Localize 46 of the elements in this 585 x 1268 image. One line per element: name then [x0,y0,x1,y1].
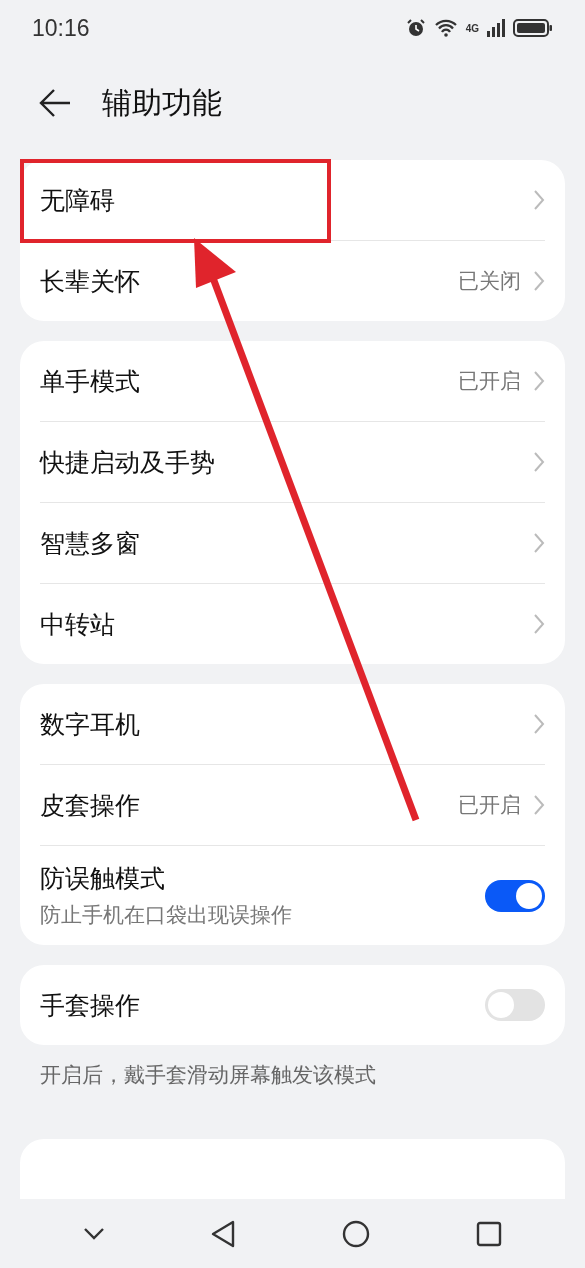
recents-icon[interactable] [475,1221,502,1247]
wifi-icon [433,19,458,37]
status-value: 已关闭 [458,268,521,295]
row-label: 皮套操作 [40,789,141,822]
chevron-icon [533,189,545,211]
row-label: 智慧多窗 [40,527,141,560]
status-value: 已开启 [458,368,521,395]
settings-row[interactable]: 快捷启动及手势 [40,421,545,502]
chevron-icon [533,532,545,554]
row-label: 长辈关怀 [40,265,141,298]
home-icon[interactable] [341,1220,370,1248]
settings-row[interactable]: 皮套操作 已开启 [40,764,545,845]
chevron-icon [533,613,545,635]
chevron-icon [533,451,545,473]
signal-icon [487,19,505,37]
settings-row[interactable]: 手套操作 [40,965,545,1045]
row-subtitle: 防止手机在口袋出现误操作 [40,902,293,929]
row-label: 数字耳机 [40,708,141,741]
toggle-switch[interactable] [485,989,545,1021]
clock: 10:16 [32,14,90,42]
hint-text: 开启后，戴手套滑动屏幕触发该模式 [40,1062,377,1089]
settings-row[interactable]: 中转站 [40,583,545,664]
settings-row[interactable]: 单手模式 已开启 [40,341,545,421]
page-title: 辅助功能 [102,83,222,122]
alarm-icon [405,18,426,38]
chevron-icon [533,370,545,392]
chevron-icon [533,794,545,816]
chevron-icon [533,270,545,292]
back-triangle-icon[interactable] [211,1220,236,1248]
network-type: 4G [465,22,479,34]
settings-row[interactable]: 防误触模式 防止手机在口袋出现误操作 [40,845,545,945]
row-label: 快捷启动及手势 [40,446,216,479]
row-label: 手套操作 [40,989,141,1022]
settings-row[interactable]: 数字耳机 [40,684,545,764]
back-icon[interactable] [38,88,72,118]
settings-row[interactable]: 无障碍 [40,160,545,240]
row-label: 单手模式 [40,365,141,398]
status-value: 已开启 [458,792,521,819]
settings-row[interactable]: 智慧多窗 [40,502,545,583]
toggle-switch[interactable] [485,879,545,912]
row-label: 中转站 [40,608,116,641]
row-label: 防误触模式 [40,863,166,895]
battery-icon [513,18,553,38]
chevron-down-icon[interactable] [83,1227,106,1241]
row-label: 无障碍 [40,184,116,217]
chevron-icon [533,713,545,735]
